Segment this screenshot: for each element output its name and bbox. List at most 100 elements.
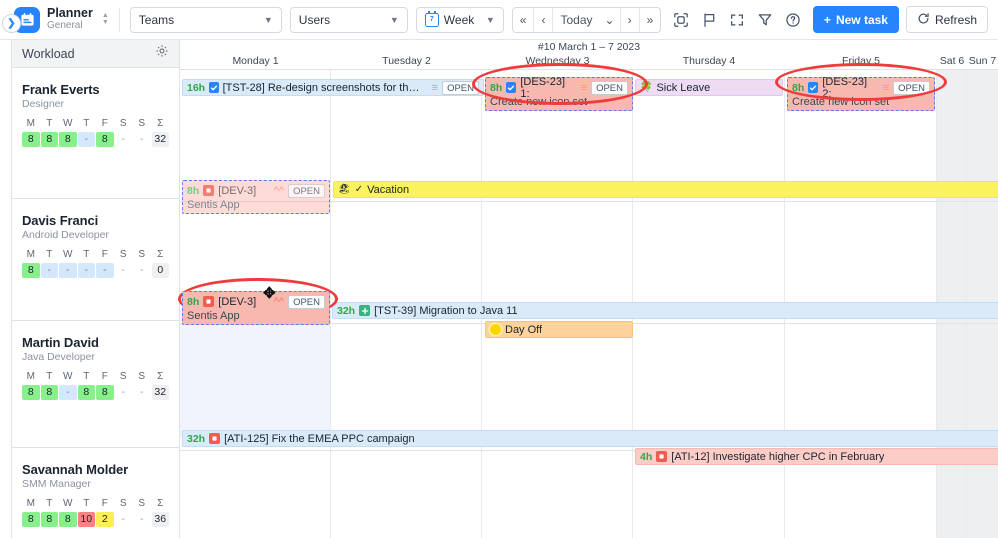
workload-value: 8 <box>40 385 58 400</box>
task-bar[interactable]: 32h [TST-39] Migration to Java 11 ⌄⌄ IN … <box>332 302 998 319</box>
drag-drop-zone[interactable] <box>180 310 330 438</box>
sidebar-expand-button[interactable]: ❯ <box>2 14 21 33</box>
planner-switcher-icon[interactable]: ▲ ▼ <box>102 12 109 26</box>
new-task-button[interactable]: + New task <box>812 6 899 33</box>
status-badge: OPEN <box>288 183 325 198</box>
workload-value: 8 <box>22 512 40 527</box>
absence-bar-sick-leave[interactable]: 🍀 Sick Leave <box>635 79 783 96</box>
bug-icon <box>203 296 215 307</box>
workload-day-label: W <box>63 249 73 260</box>
day-header-friday: Friday 5 <box>842 55 880 67</box>
task-second-line: Sentis App <box>187 199 240 211</box>
bug-icon <box>203 185 215 196</box>
workload-value: - <box>140 513 144 525</box>
absence-bar-vacation[interactable]: 🏖 ✓ Vacation <box>333 181 998 198</box>
nav-last-button[interactable]: » <box>640 8 661 32</box>
status-badge: OPEN <box>893 80 930 95</box>
task-card-des23-2[interactable]: 8h [DES-23] 2: ≡ OPEN Create new icon se… <box>787 76 935 111</box>
toolbar-divider <box>118 7 120 32</box>
workload-day-label: S <box>119 249 127 260</box>
workload-day-label: T <box>83 249 90 260</box>
workload-day-label: M <box>26 498 35 509</box>
task-bar[interactable]: 16h [TST-28] Re-design screenshots for t… <box>182 79 484 96</box>
workload-person-row[interactable]: Davis Franci Android Developer M8 T- W- … <box>12 199 179 321</box>
refresh-button[interactable]: Refresh <box>905 6 988 33</box>
workload-value: - <box>77 263 95 278</box>
workload-value: - <box>140 133 144 145</box>
workload-person-row[interactable]: Martin David Java Developer M8 T8 W- T8 … <box>12 321 179 448</box>
workload-value: 8 <box>40 132 58 147</box>
view-period-select[interactable]: 7 Week ▼ <box>415 6 504 33</box>
workload-sidebar: Workload Frank Everts Designer M8 T8 W8 … <box>12 40 180 538</box>
person-role: SMM Manager <box>22 478 91 490</box>
scan-icon[interactable] <box>667 6 695 34</box>
workload-person-row[interactable]: Savannah Molder SMM Manager M8 T8 W8 T 10… <box>12 448 179 538</box>
nav-prev-button[interactable]: ‹ <box>534 8 552 32</box>
task-hours: 32h <box>187 432 206 445</box>
workload-value: - <box>121 133 126 145</box>
workload-table: M8 T8 W- T8 F8 S- S- Σ 32 <box>22 371 169 400</box>
person-name: Martin David <box>22 335 99 350</box>
workload-day-label: S <box>119 498 127 509</box>
status-badge: OPEN <box>288 294 325 309</box>
workload-day-label: T <box>83 371 90 382</box>
vacation-icon: 🏖 <box>338 184 351 195</box>
task-hours: 32h <box>337 304 356 317</box>
workload-day-label: T <box>83 498 90 509</box>
workload-value: - <box>59 263 77 278</box>
workload-day-label: S <box>119 371 127 382</box>
chevron-down-icon: ▼ <box>263 14 273 25</box>
task-check-icon <box>506 82 517 93</box>
help-icon[interactable] <box>779 6 807 34</box>
workload-value: 8 <box>77 385 95 400</box>
workload-value: 8 <box>96 132 114 147</box>
task-hours: 4h <box>640 450 653 463</box>
filter-icon[interactable] <box>751 6 779 34</box>
workload-day-label: S <box>138 118 146 129</box>
workload-person-row[interactable]: Frank Everts Designer M8 T8 W8 T- F8 S- … <box>12 68 179 199</box>
nav-first-button[interactable]: « <box>513 8 534 32</box>
workload-day-label: T <box>83 118 90 129</box>
day-header-saturday: Sat 6 <box>939 55 965 67</box>
new-feature-icon <box>359 305 371 316</box>
day-header-monday: Monday 1 <box>232 55 279 67</box>
nav-today-dropdown-icon[interactable]: ⌄ <box>600 8 620 32</box>
calendar-day-header: Monday 1 Tuesday 2 Wednesday 3 Thursday … <box>180 55 998 70</box>
users-select[interactable]: Users ▼ <box>289 6 408 33</box>
teams-select[interactable]: Teams ▼ <box>129 6 282 33</box>
nav-next-button[interactable]: › <box>621 8 639 32</box>
task-check-icon <box>209 82 219 93</box>
workload-day-label: M <box>26 249 35 260</box>
workload-sum-label: Σ <box>157 498 164 509</box>
task-bar[interactable]: 32h [ATI-125] Fix the EMEA PPC campaign … <box>182 430 998 447</box>
task-bar[interactable]: 4h [ATI-12] Investigate higher CPC in Fe… <box>635 448 998 465</box>
task-hours: 16h <box>187 81 206 94</box>
dragged-task-card[interactable]: 8h [DEV-3] ^^ OPEN Sentis App <box>182 291 330 325</box>
gear-icon[interactable] <box>155 44 169 63</box>
workload-day-label: F <box>101 371 108 382</box>
calendar-area: #10 March 1 – 7 2023 Monday 1 Tuesday 2 … <box>180 40 998 538</box>
absence-bar-day-off[interactable]: Day Off <box>485 321 633 338</box>
workload-day-label: F <box>101 249 108 260</box>
date-navigation-group: « ‹ Today ⌄ › » <box>511 6 662 33</box>
drag-drop-target-card[interactable]: 8h [DEV-3] ^^ OPEN Sentis App <box>182 180 330 214</box>
task-hours: 8h <box>187 184 200 197</box>
person-name: Savannah Molder <box>22 462 129 477</box>
nav-today-button[interactable]: Today <box>553 8 599 32</box>
app-logo-block[interactable]: Planner General ▲ ▼ <box>8 6 109 33</box>
task-name: [TST-39] Migration to Java 11 <box>374 304 518 317</box>
app-subtitle: General <box>47 20 83 32</box>
refresh-label: Refresh <box>934 12 977 27</box>
task-hours: 8h <box>792 81 805 94</box>
person-role: Android Developer <box>22 229 109 241</box>
workload-value: 8 <box>22 132 40 147</box>
task-check-icon <box>808 82 819 93</box>
workload-day-label: M <box>26 118 35 129</box>
fullscreen-icon[interactable] <box>723 6 751 34</box>
day-header-thursday: Thursday 4 <box>682 55 736 67</box>
workload-value: - <box>121 264 126 276</box>
bug-icon <box>209 433 221 444</box>
flag-icon[interactable] <box>695 6 723 34</box>
task-card-des23-1[interactable]: 8h [DES-23] 1: ≡ OPEN Create new icon se… <box>485 76 633 111</box>
workload-sum-value: 32 <box>151 385 169 400</box>
